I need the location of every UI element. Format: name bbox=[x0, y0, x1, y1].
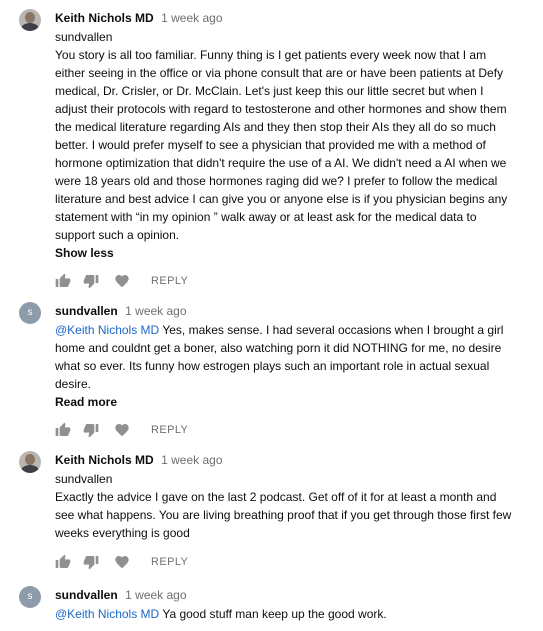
letter-avatar[interactable]: s bbox=[19, 586, 41, 608]
reply-to-name: sundvallen bbox=[55, 472, 113, 486]
comment-body: Ya good stuff man keep up the good work. bbox=[159, 607, 387, 621]
reply-to-name: sundvallen bbox=[55, 30, 113, 44]
comment-timestamp[interactable]: 1 week ago bbox=[125, 588, 186, 602]
thumbs-down-icon[interactable] bbox=[83, 273, 99, 289]
comment-timestamp[interactable]: 1 week ago bbox=[161, 453, 222, 467]
reply-button[interactable]: REPLY bbox=[151, 273, 188, 289]
user-mention-link[interactable]: @Keith Nichols MD bbox=[55, 607, 159, 621]
comment-author[interactable]: Keith Nichols MD bbox=[55, 11, 154, 25]
heart-icon[interactable] bbox=[114, 422, 130, 438]
comment-author[interactable]: sundvallen bbox=[55, 304, 118, 318]
read-more-button[interactable]: Read more bbox=[55, 394, 117, 410]
thumbs-up-icon[interactable] bbox=[55, 422, 71, 438]
user-photo-avatar[interactable] bbox=[19, 9, 41, 31]
comment-timestamp[interactable]: 1 week ago bbox=[161, 11, 222, 25]
thumbs-down-icon[interactable] bbox=[83, 554, 99, 570]
heart-icon[interactable] bbox=[114, 554, 130, 570]
comment-text: @Keith Nichols MD Ya good stuff man keep… bbox=[55, 605, 515, 623]
thumbs-up-icon[interactable] bbox=[55, 273, 71, 289]
comment-header: Keith Nichols MD 1 week ago bbox=[55, 9, 515, 26]
comment-text: @Keith Nichols MD Yes, makes sense. I ha… bbox=[55, 321, 515, 393]
thumbs-up-icon[interactable] bbox=[55, 554, 71, 570]
comment-actions: REPLY bbox=[55, 554, 515, 570]
reply-button[interactable]: REPLY bbox=[151, 422, 188, 438]
show-less-button[interactable]: Show less bbox=[55, 245, 114, 261]
heart-icon[interactable] bbox=[114, 273, 130, 289]
thumbs-down-icon[interactable] bbox=[83, 422, 99, 438]
comment-actions: REPLY bbox=[55, 273, 515, 289]
user-photo-avatar[interactable] bbox=[19, 451, 41, 473]
letter-avatar[interactable]: s bbox=[19, 302, 41, 324]
comment-author[interactable]: sundvallen bbox=[55, 588, 118, 602]
comment-body: You story is all too familiar. Funny thi… bbox=[55, 48, 508, 242]
comment-body: Exactly the advice I gave on the last 2 … bbox=[55, 490, 512, 540]
comment-timestamp[interactable]: 1 week ago bbox=[125, 304, 186, 318]
comment-header: sundvallen 1 week ago bbox=[55, 586, 515, 603]
comment-header: Keith Nichols MD 1 week ago bbox=[55, 451, 515, 468]
comment-thread: Keith Nichols MD 1 week ago sundvallen Y… bbox=[0, 0, 543, 631]
comment-author[interactable]: Keith Nichols MD bbox=[55, 453, 154, 467]
comment-text: sundvallen Exactly the advice I gave on … bbox=[55, 470, 515, 542]
comment-text: sundvallen You story is all too familiar… bbox=[55, 28, 515, 244]
user-mention-link[interactable]: @Keith Nichols MD bbox=[55, 323, 159, 337]
reply-button[interactable]: REPLY bbox=[151, 554, 188, 570]
comment-header: sundvallen 1 week ago bbox=[55, 302, 515, 319]
comment-actions: REPLY bbox=[55, 422, 515, 438]
